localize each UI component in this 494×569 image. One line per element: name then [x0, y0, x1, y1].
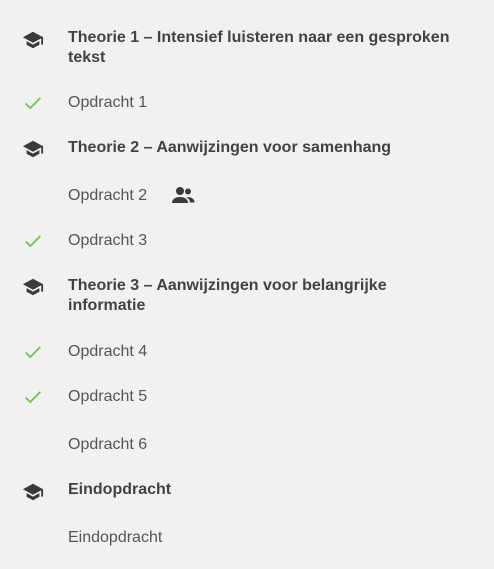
nav-item-label: Opdracht 3 [68, 232, 148, 249]
nav-item-label: Opdracht 6 [68, 436, 148, 453]
nav-item-label: Eindopdracht [68, 481, 172, 498]
nav-item-eindopdracht[interactable]: Eindopdracht [0, 527, 494, 549]
nav-item-theorie-3[interactable]: Theorie 3 – Aanwijzingen voor belangrijk… [0, 275, 494, 319]
nav-item-label: Opdracht 5 [68, 388, 148, 405]
nav-item-opdracht-4[interactable]: Opdracht 4 [0, 341, 494, 363]
nav-item-theorie-1[interactable]: Theorie 1 – Intensief luisteren naar een… [0, 26, 494, 70]
nav-item-label: Opdracht 4 [68, 343, 148, 360]
nav-item-theorie-2[interactable]: Theorie 2 – Aanwijzingen voor samenhang [0, 137, 494, 161]
nav-item-label: Theorie 3 – Aanwijzingen voor belangrijk… [68, 277, 387, 294]
nav-item-label: Theorie 1 – Intensief luisteren naar een… [68, 29, 450, 46]
graduation-cap-icon [22, 138, 44, 160]
nav-item-eindopdracht-theory[interactable]: Eindopdracht [0, 479, 494, 503]
checkmark-icon [22, 386, 44, 408]
nav-item-label-line2: tekst [68, 49, 106, 66]
nav-item-label: Opdracht 1 [68, 94, 148, 111]
nav-item-opdracht-5[interactable]: Opdracht 5 [0, 386, 494, 408]
nav-item-label-line2: informatie [68, 297, 146, 314]
graduation-cap-icon [22, 481, 44, 503]
nav-item-opdracht-3[interactable]: Opdracht 3 [0, 230, 494, 252]
nav-item-label: Theorie 2 – Aanwijzingen voor samenhang [68, 139, 392, 156]
graduation-cap-icon [22, 276, 44, 298]
nav-item-label: Opdracht 2 [68, 187, 148, 204]
checkmark-icon [22, 92, 44, 114]
checkmark-icon [22, 230, 44, 252]
lesson-navigation-list: Theorie 1 – Intensief luisteren naar een… [0, 0, 494, 569]
nav-item-opdracht-2[interactable]: Opdracht 2 [0, 185, 494, 207]
nav-item-opdracht-6[interactable]: Opdracht 6 [0, 434, 494, 456]
graduation-cap-icon [22, 29, 44, 51]
checkmark-icon [22, 341, 44, 363]
nav-item-opdracht-1[interactable]: Opdracht 1 [0, 92, 494, 114]
group-icon [172, 185, 196, 205]
nav-item-label: Eindopdracht [68, 529, 163, 546]
